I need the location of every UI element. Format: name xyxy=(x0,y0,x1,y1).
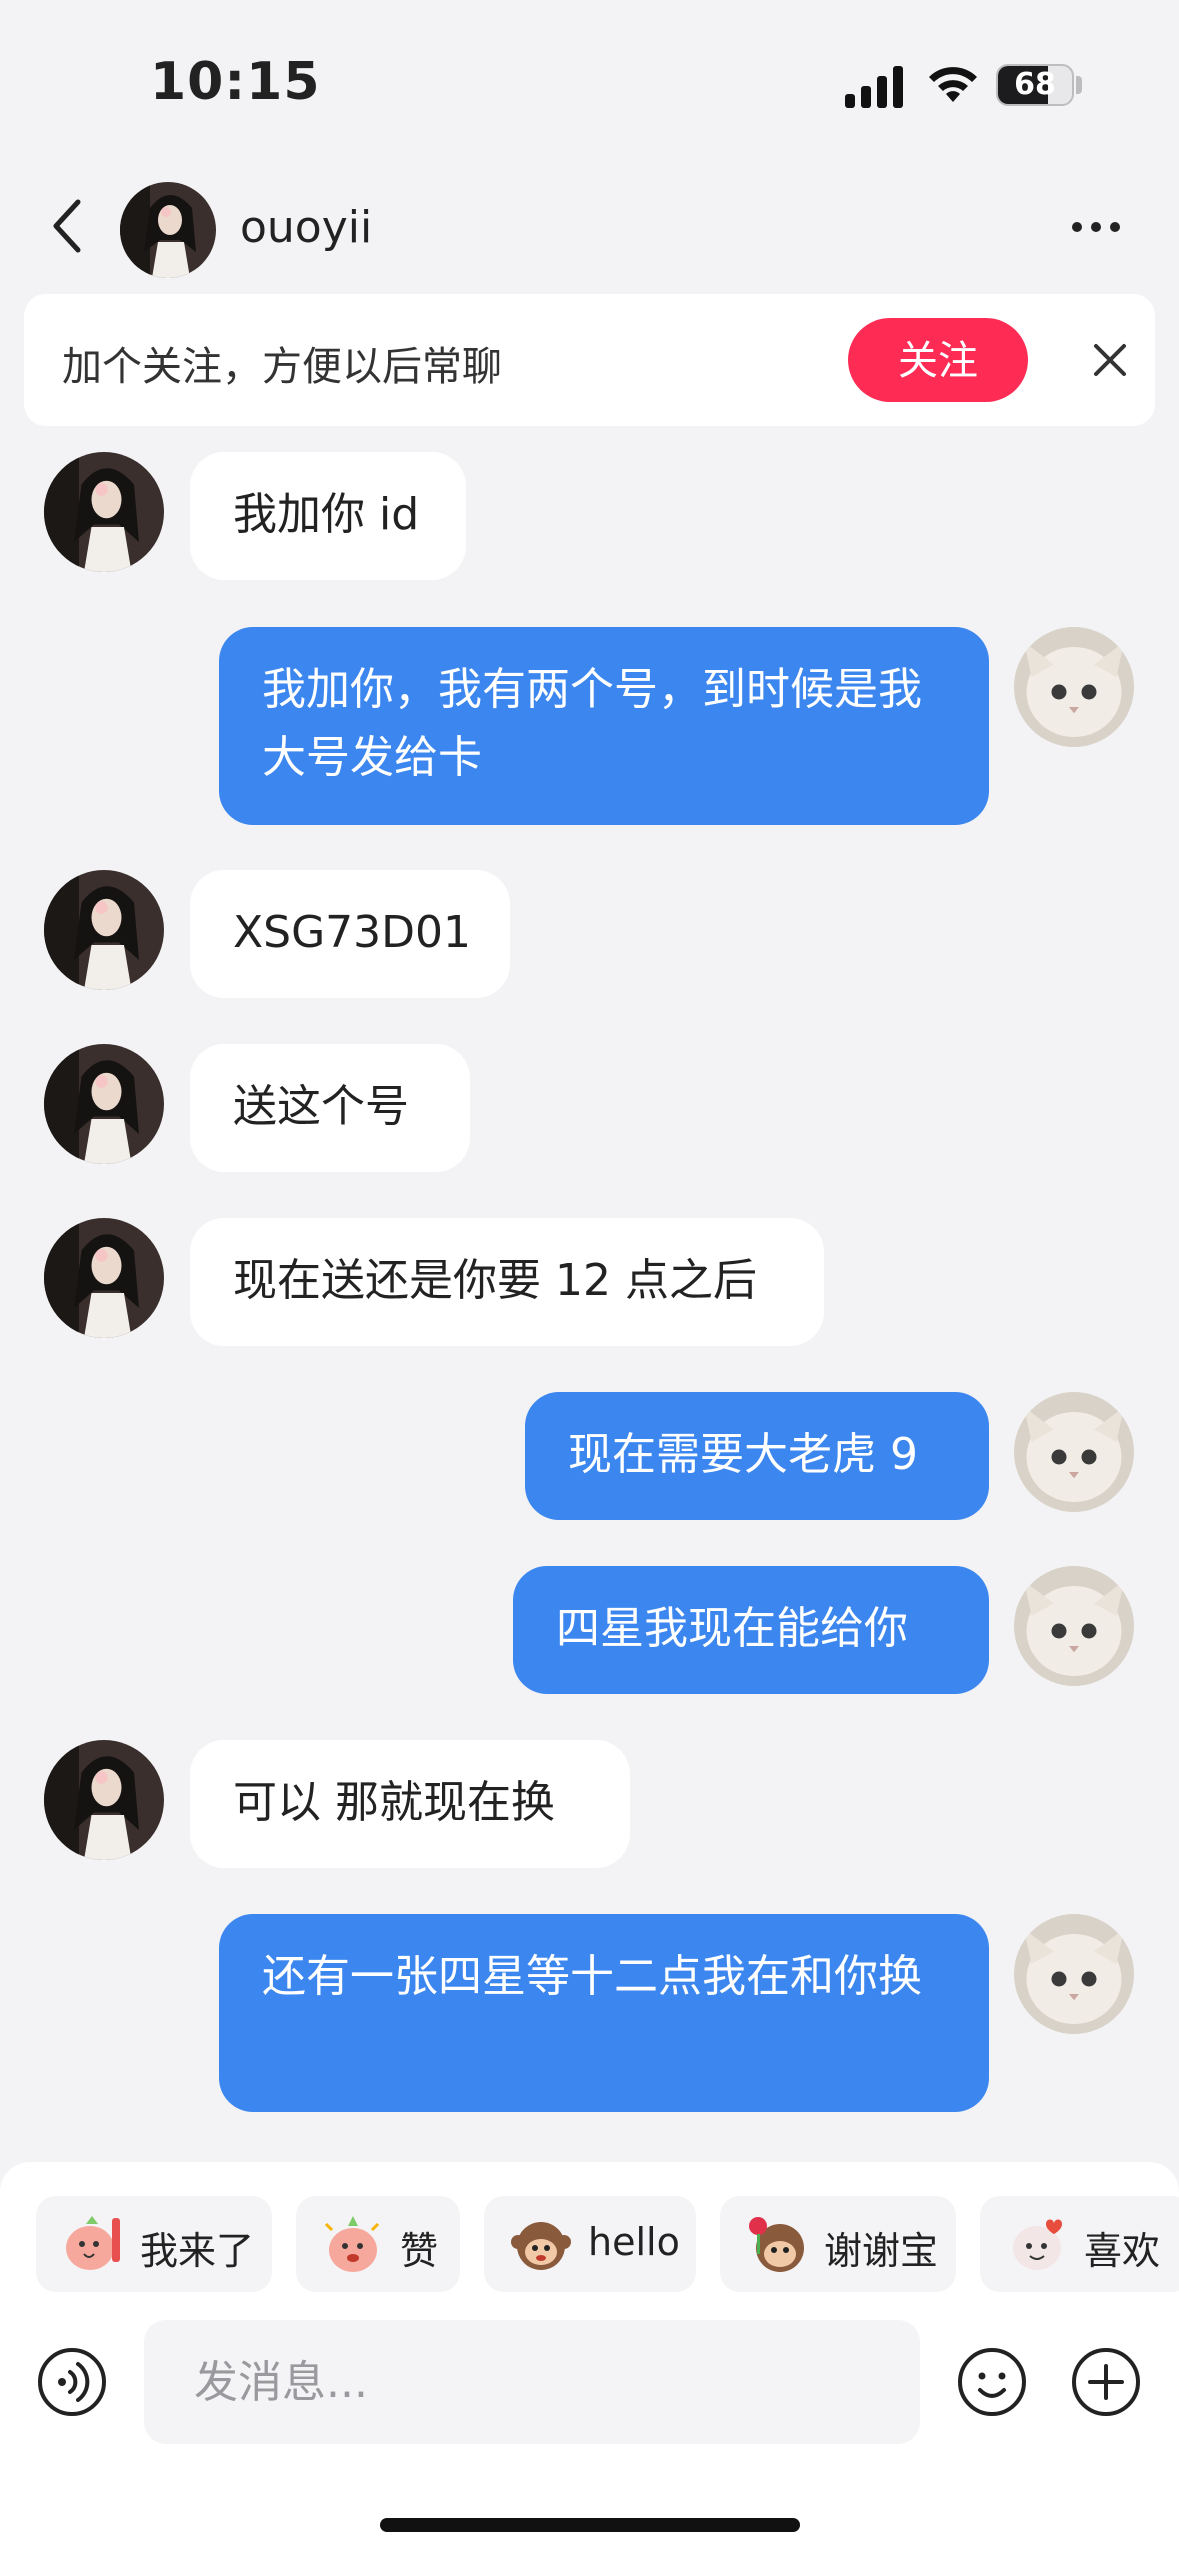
message-text: 我加你 id xyxy=(233,489,420,540)
my-avatar[interactable] xyxy=(1014,627,1134,747)
quick-reply-chip[interactable]: 赞 xyxy=(296,2196,460,2292)
contact-name[interactable]: ouoyii xyxy=(240,202,372,253)
chat-header: ouoyii xyxy=(0,170,1179,290)
back-chevron-icon[interactable] xyxy=(44,196,92,256)
quick-reply-chip[interactable]: hello xyxy=(484,2196,696,2292)
composer-panel: 我来了 赞 hello 谢谢宝 喜欢 xyxy=(0,2162,1179,2556)
message-bubble-outgoing[interactable]: 我加你，我有两个号，到时候是我大号发给卡 xyxy=(219,627,989,825)
sender-avatar[interactable] xyxy=(44,1740,164,1860)
my-avatar[interactable] xyxy=(1014,1392,1134,1512)
close-icon[interactable] xyxy=(1086,336,1134,384)
message-input[interactable] xyxy=(144,2320,920,2444)
battery-cap xyxy=(1076,76,1082,94)
quick-reply-chip[interactable]: 喜欢 xyxy=(980,2196,1179,2292)
follow-banner: 加个关注，方便以后常聊 关注 xyxy=(24,294,1155,426)
thumbs-up-character-icon xyxy=(324,2216,380,2272)
message-text: 还有一张四星等十二点我在和你换 xyxy=(262,1951,922,2002)
message-text: 送这个号 xyxy=(233,1081,409,1132)
more-icon[interactable] xyxy=(1070,220,1122,234)
monkey-rose-icon xyxy=(749,2217,804,2272)
message-bubble-outgoing[interactable]: 还有一张四星等十二点我在和你换 xyxy=(219,1914,989,2112)
message-bubble-incoming[interactable]: 我加你 id xyxy=(190,452,466,580)
message-bubble-incoming[interactable]: XSG73D01 xyxy=(190,870,510,998)
quick-reply-chip[interactable]: 谢谢宝 xyxy=(720,2196,956,2292)
heart-character-icon xyxy=(1013,2219,1062,2270)
quick-reply-label: hello xyxy=(588,2220,680,2264)
message-text: 四星我现在能给你 xyxy=(556,1603,908,1654)
waving-character-icon xyxy=(66,2216,120,2270)
message-text: 现在送还是你要 12 点之后 xyxy=(233,1255,757,1306)
contact-avatar[interactable] xyxy=(120,182,216,278)
message-bubble-incoming[interactable]: 可以 那就现在换 xyxy=(190,1740,630,1868)
message-bubble-incoming[interactable]: 现在送还是你要 12 点之后 xyxy=(190,1218,824,1346)
signal-icon xyxy=(845,66,903,108)
quick-reply-label: 我来了 xyxy=(140,2229,255,2273)
follow-button[interactable]: 关注 xyxy=(848,318,1028,402)
sender-avatar[interactable] xyxy=(44,1044,164,1164)
message-text: 现在需要大老虎 9 xyxy=(568,1429,918,1480)
message-text: 可以 那就现在换 xyxy=(233,1777,555,1828)
monkey-hello-icon xyxy=(511,2222,571,2270)
quick-reply-chip[interactable]: 我来了 xyxy=(36,2196,272,2292)
my-avatar[interactable] xyxy=(1014,1566,1134,1686)
quick-reply-label: 喜欢 xyxy=(1084,2229,1161,2273)
message-bubble-outgoing[interactable]: 现在需要大老虎 9 xyxy=(525,1392,989,1520)
status-time: 10:15 xyxy=(150,52,321,112)
emoji-icon[interactable] xyxy=(956,2346,1028,2418)
message-text: XSG73D01 xyxy=(233,907,472,958)
voice-input-icon[interactable] xyxy=(36,2346,108,2418)
wifi-icon xyxy=(929,67,977,102)
sender-avatar[interactable] xyxy=(44,452,164,572)
quick-reply-label: 赞 xyxy=(400,2229,439,2273)
message-text: 我加你，我有两个号，到时候是我大号发给卡 xyxy=(262,664,922,783)
battery-icon: 68 xyxy=(996,64,1074,106)
sender-avatar[interactable] xyxy=(44,870,164,990)
quick-reply-label: 谢谢宝 xyxy=(824,2229,939,2273)
battery-level: 68 xyxy=(1014,67,1056,102)
home-indicator[interactable] xyxy=(380,2518,800,2532)
status-bar: 10:15 68 xyxy=(0,0,1179,170)
my-avatar[interactable] xyxy=(1014,1914,1134,2034)
sender-avatar[interactable] xyxy=(44,1218,164,1338)
message-bubble-outgoing[interactable]: 四星我现在能给你 xyxy=(513,1566,989,1694)
message-bubble-incoming[interactable]: 送这个号 xyxy=(190,1044,470,1172)
plus-icon[interactable] xyxy=(1070,2346,1142,2418)
follow-banner-text: 加个关注，方便以后常聊 xyxy=(62,344,502,390)
